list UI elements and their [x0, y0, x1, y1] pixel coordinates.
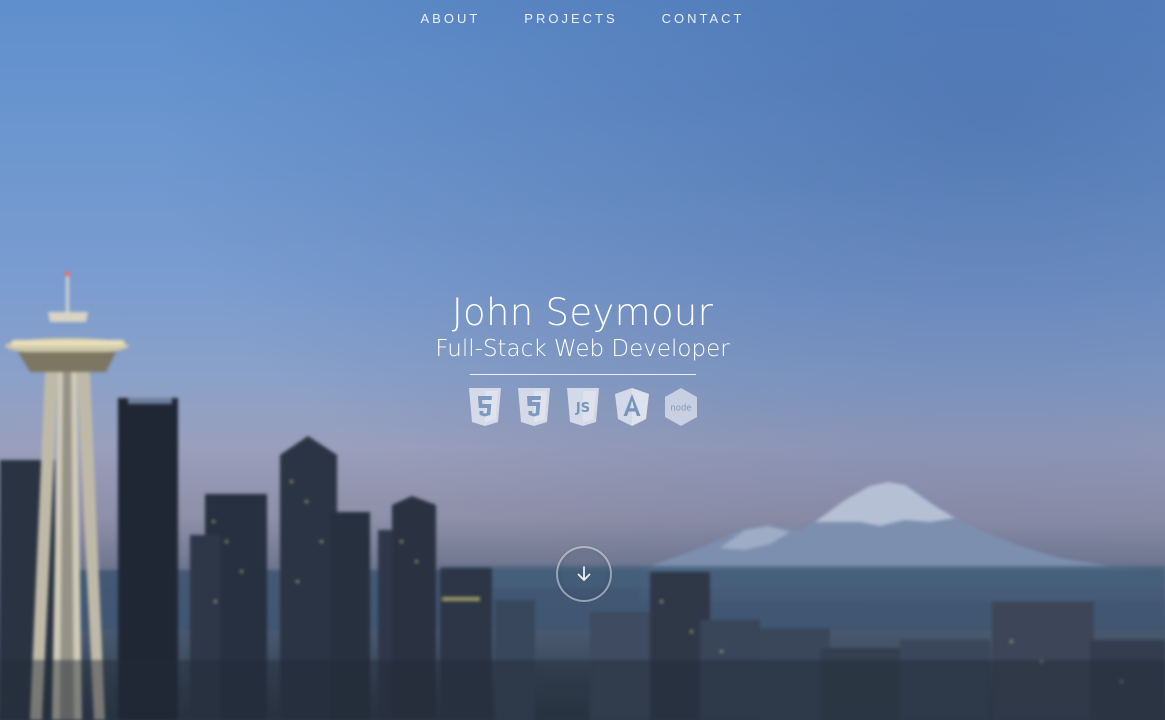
svg-text:node: node	[670, 404, 691, 414]
nodejs-icon: node	[664, 388, 697, 426]
arrow-down-icon	[577, 566, 591, 581]
hero-intro: John Seymour Full-Stack Web Developer JS	[0, 290, 1165, 427]
angular-icon	[614, 388, 649, 426]
tech-icons: JS node	[0, 387, 1165, 427]
hero-section: ABOUT PROJECTS CONTACT John Seymour Full…	[0, 0, 1165, 720]
hero-divider	[469, 374, 696, 375]
javascript-icon: JS	[566, 388, 599, 426]
css3-icon	[517, 388, 550, 426]
hero-role: Full-Stack Web Developer	[435, 336, 730, 362]
hero-name: John Seymour	[451, 291, 714, 334]
nav-contact-link[interactable]: CONTACT	[660, 11, 747, 26]
nav-projects-link[interactable]: PROJECTS	[522, 11, 619, 26]
scroll-down-button[interactable]	[556, 546, 612, 602]
html5-icon	[468, 388, 501, 426]
nav-about-link[interactable]: ABOUT	[418, 11, 482, 26]
top-nav: ABOUT PROJECTS CONTACT	[0, 0, 1165, 36]
svg-text:JS: JS	[574, 401, 589, 416]
